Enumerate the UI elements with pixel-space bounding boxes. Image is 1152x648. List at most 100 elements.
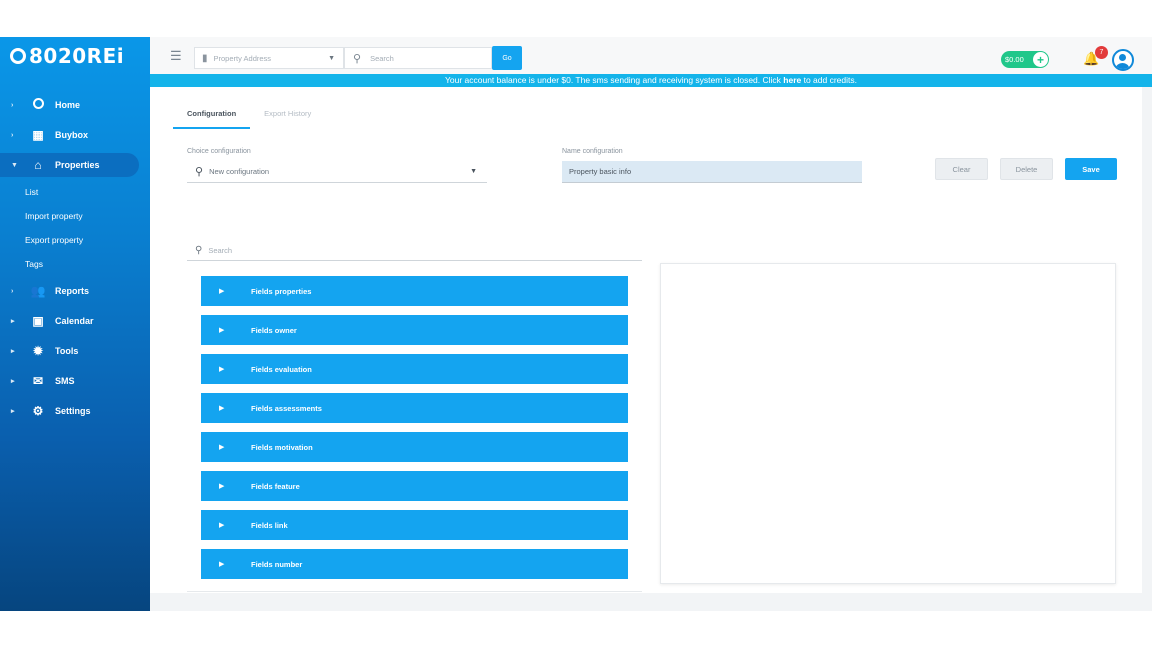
sidebar-subitem-export-property[interactable]: Export property <box>0 228 150 252</box>
tools-icon: ✹ <box>32 344 44 358</box>
sidebar-item-buybox[interactable]: › ▦ Buybox <box>0 120 150 150</box>
sidebar-item-label: Home <box>55 100 81 110</box>
house-icon: ⌂ <box>34 158 42 172</box>
balance-pill[interactable]: $0.00 + <box>1001 51 1049 68</box>
go-button[interactable]: Go <box>492 46 522 70</box>
accordion-item-label: Fields link <box>251 520 288 530</box>
accordion-item-fields-number[interactable]: ▶ Fields number <box>201 549 628 579</box>
sidebar-item-label: Properties <box>55 160 100 170</box>
banner-link[interactable]: here <box>783 75 801 85</box>
search-icon: ⚲ <box>195 245 203 256</box>
accordion-item-label: Fields properties <box>251 286 312 296</box>
building-icon: ▮ <box>202 52 208 64</box>
add-credits-icon[interactable]: + <box>1033 52 1048 67</box>
dropdown-arrow-icon: ▼ <box>470 168 477 175</box>
chevron-down-icon: ▼ <box>11 161 18 169</box>
app-frame: 8020REi › Home › ▦ Buybox ▼ ⌂ Properties… <box>0 37 1152 611</box>
accordion-item-fields-owner[interactable]: ▶ Fields owner <box>201 315 628 345</box>
clear-button[interactable]: Clear <box>935 158 988 180</box>
top-search-input[interactable]: ⚲ Search <box>344 47 492 69</box>
accordion-item-fields-link[interactable]: ▶ Fields link <box>201 510 628 540</box>
dropdown-arrow-icon: ▼ <box>328 54 335 62</box>
sidebar-item-tools[interactable]: ▸ ✹ Tools <box>0 336 150 366</box>
search-icon: ⚲ <box>195 166 204 178</box>
choice-configuration-label: Choice configuration <box>187 148 251 155</box>
accordion-item-fields-evaluation[interactable]: ▶ Fields evaluation <box>201 354 628 384</box>
logo-text: 8020REi <box>29 44 125 68</box>
caret-right-icon: ▶ <box>219 522 225 529</box>
logo-ring-icon <box>10 48 26 64</box>
accordion-item-label: Fields feature <box>251 481 300 491</box>
sidebar-item-label: Tools <box>55 346 79 356</box>
save-button[interactable]: Save <box>1065 158 1117 180</box>
balance-amount: $0.00 <box>1005 55 1024 64</box>
caret-right-icon: ▶ <box>219 405 225 412</box>
sidebar-item-label: SMS <box>55 376 75 386</box>
caret-right-icon: ▶ <box>219 288 225 295</box>
caret-right-icon: ▶ <box>219 366 225 373</box>
accordion-item-fields-feature[interactable]: ▶ Fields feature <box>201 471 628 501</box>
caret-right-icon: ▶ <box>219 444 225 451</box>
accordion-item-fields-properties[interactable]: ▶ Fields properties <box>201 276 628 306</box>
tabs: Configuration Export History <box>173 105 325 129</box>
accordion-item-fields-motivation[interactable]: ▶ Fields motivation <box>201 432 628 462</box>
name-configuration-label: Name configuration <box>562 148 623 155</box>
banner-text-after: to add credits. <box>801 75 858 85</box>
selected-fields-panel <box>660 263 1116 584</box>
sidebar-item-label: Settings <box>55 406 91 416</box>
calendar-icon: ▣ <box>32 314 44 328</box>
accordion-item-fields-assessments[interactable]: ▶ Fields assessments <box>201 393 628 423</box>
hamburger-menu-icon[interactable]: ☰ <box>170 48 182 64</box>
accordion-item-label: Fields evaluation <box>251 364 312 374</box>
main-content: Configuration Export History Choice conf… <box>150 87 1142 593</box>
people-icon: 👥 <box>30 284 46 298</box>
chevron-right-icon: ▸ <box>11 348 15 355</box>
delete-button[interactable]: Delete <box>1000 158 1053 180</box>
brand-logo[interactable]: 8020REi <box>10 43 124 69</box>
sidebar-item-home[interactable]: › Home <box>0 90 150 120</box>
chevron-right-icon: › <box>11 101 14 109</box>
choice-configuration-select[interactable]: ⚲ New configuration ▼ <box>187 161 487 183</box>
buybox-icon: ▦ <box>32 128 44 142</box>
sidebar-item-calendar[interactable]: ▸ ▣ Calendar <box>0 306 150 336</box>
tab-export-history[interactable]: Export History <box>250 105 325 129</box>
name-configuration-input[interactable]: Property basic info <box>562 161 862 183</box>
accordion-item-label: Fields motivation <box>251 442 313 452</box>
sidebar-item-label: Calendar <box>55 316 94 326</box>
sidebar-subitem-tags[interactable]: Tags <box>0 252 150 276</box>
chevron-right-icon: ▸ <box>11 318 15 325</box>
property-address-select[interactable]: ▮ Property Address ▼ <box>194 47 344 69</box>
sidebar-item-label: Buybox <box>55 130 89 140</box>
envelope-icon: ✉ <box>32 374 44 388</box>
balance-warning-banner: Your account balance is under $0. The sm… <box>150 74 1152 87</box>
caret-right-icon: ▶ <box>219 561 225 568</box>
chevron-right-icon: ▸ <box>11 408 15 415</box>
sidebar-subitem-import-property[interactable]: Import property <box>0 204 150 228</box>
sidebar: 8020REi › Home › ▦ Buybox ▼ ⌂ Properties… <box>0 37 150 611</box>
chevron-right-icon: ▸ <box>11 378 15 385</box>
fields-search-placeholder: Search <box>208 246 233 255</box>
fields-accordion: ▶ Fields properties ▶ Fields owner ▶ Fie… <box>201 276 628 588</box>
search-icon: ⚲ <box>353 52 362 65</box>
top-search-placeholder: Search <box>370 53 394 63</box>
sidebar-item-sms[interactable]: ▸ ✉ SMS <box>0 366 150 396</box>
sidebar-subitem-list[interactable]: List <box>0 180 150 204</box>
caret-right-icon: ▶ <box>219 483 225 490</box>
topbar: ☰ ▮ Property Address ▼ ⚲ Search Go $0.00… <box>150 37 1152 74</box>
accordion-item-label: Fields owner <box>251 325 297 335</box>
accordion-item-label: Fields number <box>251 559 303 569</box>
gear-icon: ⚙ <box>32 404 44 418</box>
user-avatar-icon[interactable] <box>1112 49 1134 71</box>
sidebar-item-settings[interactable]: ▸ ⚙ Settings <box>0 396 150 426</box>
sidebar-item-reports[interactable]: › 👥 Reports <box>0 276 150 306</box>
property-address-placeholder: Property Address <box>213 53 272 63</box>
choice-configuration-value: New configuration <box>209 167 270 176</box>
sidebar-item-properties[interactable]: ▼ ⌂ Properties <box>0 153 139 177</box>
tab-configuration[interactable]: Configuration <box>173 105 251 129</box>
sidebar-nav: › Home › ▦ Buybox ▼ ⌂ Properties List Im… <box>0 90 150 426</box>
sidebar-item-label: Reports <box>55 286 90 296</box>
chevron-right-icon: › <box>11 131 14 139</box>
home-ring-icon <box>30 98 46 112</box>
caret-right-icon: ▶ <box>219 327 225 334</box>
fields-search-input[interactable]: ⚲ Search <box>187 241 642 261</box>
